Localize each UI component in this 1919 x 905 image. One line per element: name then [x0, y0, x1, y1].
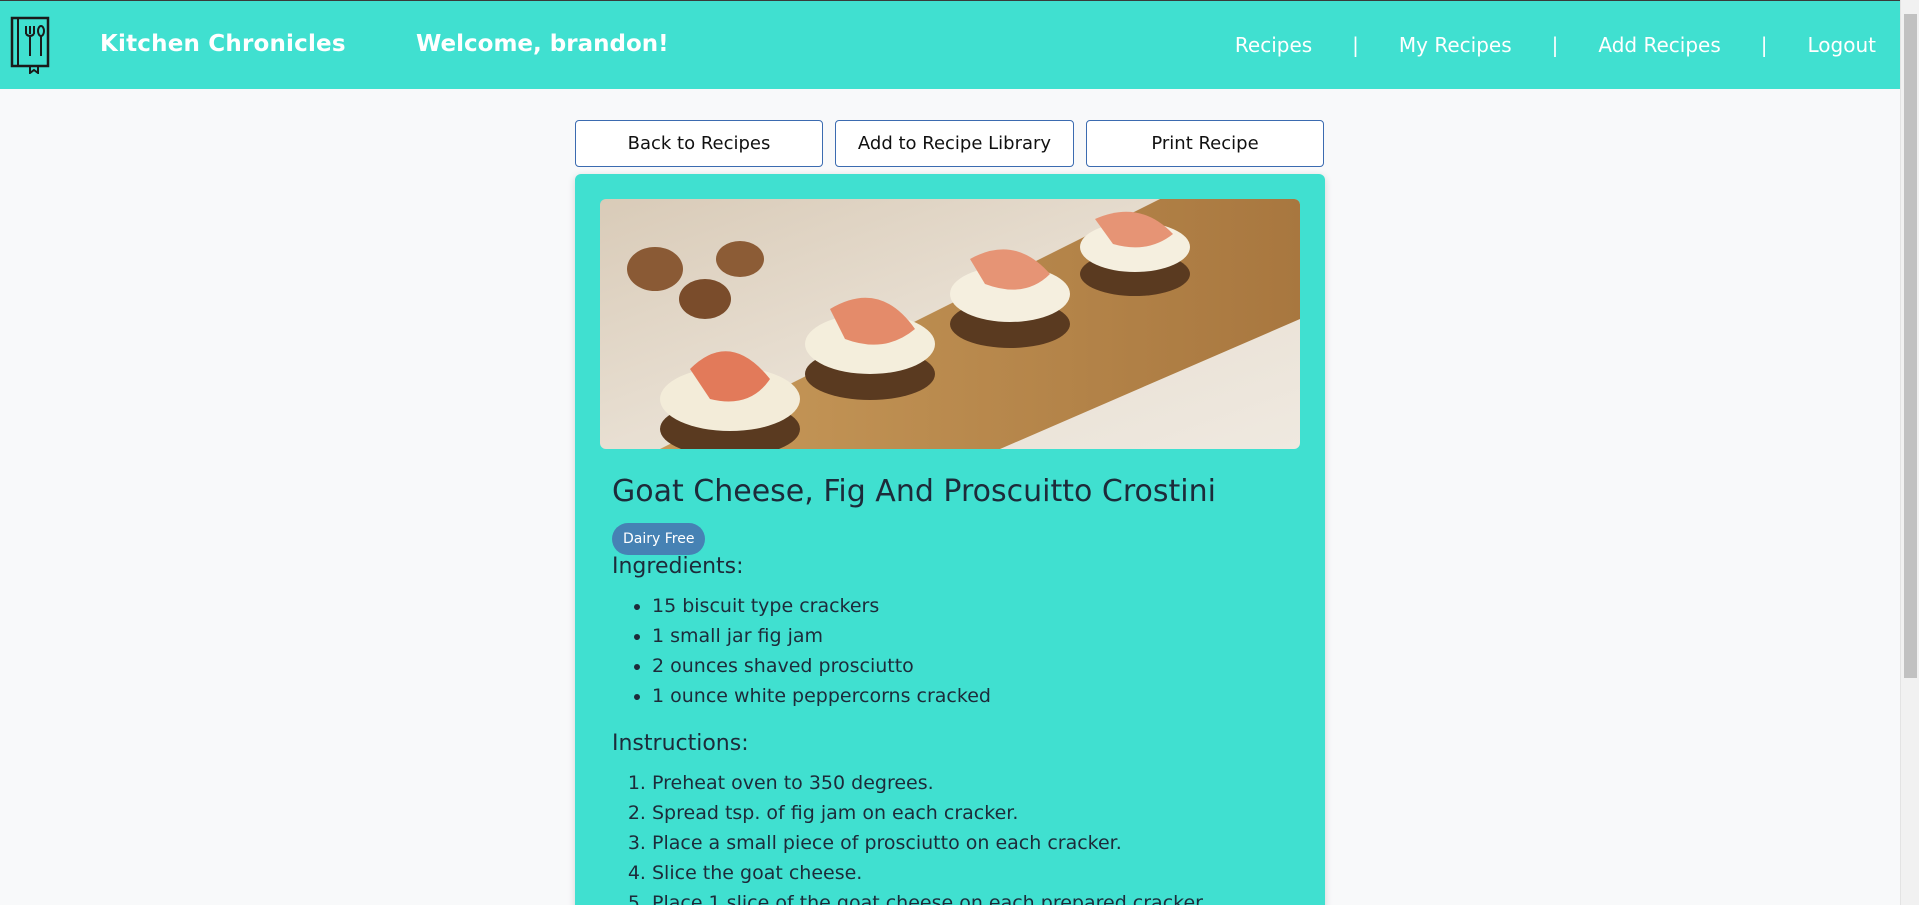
ingredients-list: 15 biscuit type crackers 1 small jar fig…	[652, 591, 991, 711]
recipe-image	[600, 199, 1300, 449]
nav-link-logout[interactable]: Logout	[1808, 33, 1876, 57]
ingredient-item: 1 small jar fig jam	[652, 621, 991, 651]
instruction-step: Spread tsp. of fig jam on each cracker.	[652, 798, 1207, 828]
ingredient-item: 1 ounce white peppercorns cracked	[652, 681, 991, 711]
welcome-message: Welcome, brandon!	[416, 31, 669, 57]
instructions-list: Preheat oven to 350 degrees. Spread tsp.…	[652, 768, 1207, 905]
instruction-step: Place 1 slice of the goat cheese on each…	[652, 888, 1207, 905]
ingredient-item: 15 biscuit type crackers	[652, 591, 991, 621]
print-recipe-button[interactable]: Print Recipe	[1086, 120, 1324, 167]
navbar: Kitchen Chronicles Welcome, brandon! Rec…	[0, 0, 1900, 89]
scrollbar-thumb[interactable]	[1904, 14, 1917, 678]
nav-separator: |	[1551, 33, 1559, 57]
add-to-library-button[interactable]: Add to Recipe Library	[835, 120, 1074, 167]
recipe-title: Goat Cheese, Fig And Proscuitto Crostini	[612, 474, 1216, 509]
ingredient-item: 2 ounces shaved prosciutto	[652, 651, 991, 681]
recipe-book-icon[interactable]	[10, 16, 52, 74]
instruction-step: Place a small piece of prosciutto on eac…	[652, 828, 1207, 858]
nav-separator: |	[1352, 33, 1359, 57]
nav-link-my-recipes[interactable]: My Recipes	[1399, 33, 1512, 57]
action-bar: Back to Recipes Add to Recipe Library Pr…	[575, 120, 1324, 167]
nav-link-recipes[interactable]: Recipes	[1235, 33, 1312, 57]
brand-name[interactable]: Kitchen Chronicles	[100, 31, 346, 57]
nav-link-add-recipes[interactable]: Add Recipes	[1598, 33, 1720, 57]
instruction-step: Slice the goat cheese.	[652, 858, 1207, 888]
recipe-card: Goat Cheese, Fig And Proscuitto Crostini…	[575, 174, 1325, 905]
instruction-step: Preheat oven to 350 degrees.	[652, 768, 1207, 798]
ingredients-heading: Ingredients:	[612, 554, 744, 579]
back-to-recipes-button[interactable]: Back to Recipes	[575, 120, 823, 167]
diet-badge: Dairy Free	[612, 523, 706, 555]
nav-links: Recipes | My Recipes | Add Recipes | Log…	[1235, 33, 1876, 57]
nav-separator: |	[1760, 33, 1768, 57]
instructions-heading: Instructions:	[612, 731, 749, 756]
page-scrollbar[interactable]	[1900, 0, 1919, 905]
